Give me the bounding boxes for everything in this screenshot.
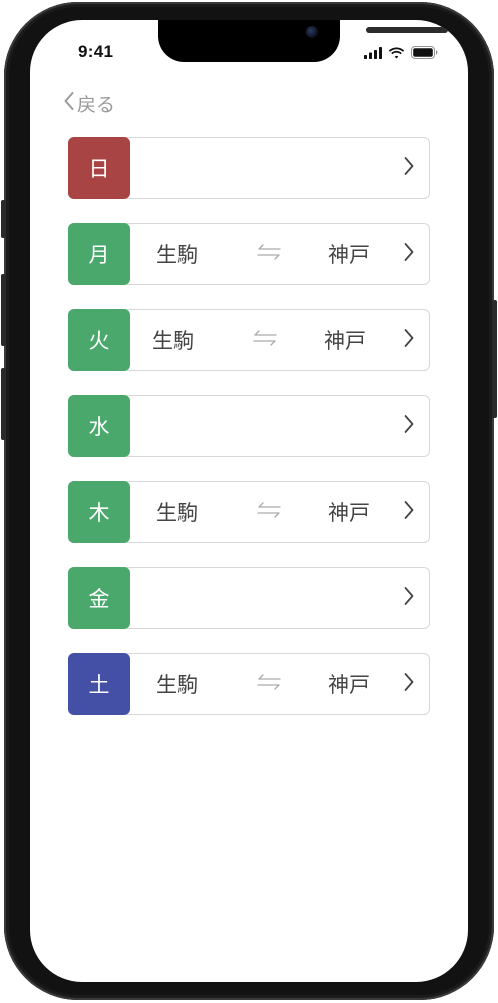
route-to: 神戸 xyxy=(324,329,366,353)
chevron-right-icon xyxy=(403,327,415,353)
day-badge: 金 xyxy=(68,567,130,629)
route: 生駒 神戸 xyxy=(130,310,429,370)
day-badge: 土 xyxy=(68,653,130,715)
day-badge: 木 xyxy=(68,481,130,543)
wifi-icon xyxy=(388,44,405,63)
route-to: 神戸 xyxy=(328,673,370,697)
chevron-left-icon xyxy=(62,90,77,117)
day-badge: 日 xyxy=(68,137,130,199)
chevron-right-icon xyxy=(403,413,415,439)
chevron-right-icon xyxy=(403,585,415,611)
status-time: 9:41 xyxy=(78,42,114,61)
chevron-right-icon xyxy=(403,241,415,267)
notch xyxy=(158,20,448,62)
route-from: 生駒 xyxy=(152,329,194,353)
chevron-right-icon xyxy=(403,499,415,525)
day-row-monday[interactable]: 月 生駒 神戸 xyxy=(68,223,430,285)
volume-down-button xyxy=(1,368,6,440)
power-button xyxy=(492,300,497,418)
round-trip-arrows-icon xyxy=(256,243,282,265)
day-badge: 水 xyxy=(68,395,130,457)
round-trip-arrows-icon xyxy=(252,329,278,351)
front-camera xyxy=(306,26,318,38)
day-row-sunday[interactable]: 日 xyxy=(68,137,430,199)
day-row-friday[interactable]: 金 xyxy=(68,567,430,629)
status-icons xyxy=(364,44,438,63)
route: 生駒 神戸 xyxy=(130,654,429,714)
route-from: 生駒 xyxy=(156,243,198,267)
day-list: 日 月 生駒 神戸 火 生駒 神戸 水 木 生駒 神戸 金 土 生駒 神戸 xyxy=(68,137,430,739)
volume-up-button xyxy=(1,274,6,346)
route-from: 生駒 xyxy=(156,673,198,697)
silent-switch xyxy=(1,200,6,238)
route: 生駒 神戸 xyxy=(130,224,429,284)
cellular-signal-icon xyxy=(364,44,382,63)
route xyxy=(130,396,429,456)
day-row-wednesday[interactable]: 水 xyxy=(68,395,430,457)
day-row-thursday[interactable]: 木 生駒 神戸 xyxy=(68,481,430,543)
round-trip-arrows-icon xyxy=(256,501,282,523)
route-to: 神戸 xyxy=(328,243,370,267)
route-to: 神戸 xyxy=(328,501,370,525)
back-label: 戻る xyxy=(77,94,116,116)
route: 生駒 神戸 xyxy=(130,482,429,542)
screen: 9:41 戻る 日 月 生駒 神戸 火 生駒 神戸 水 木 生駒 神戸 金 土 … xyxy=(30,20,468,982)
day-row-saturday[interactable]: 土 生駒 神戸 xyxy=(68,653,430,715)
speaker-grille xyxy=(366,27,448,33)
chevron-right-icon xyxy=(403,155,415,181)
route xyxy=(130,138,429,198)
chevron-right-icon xyxy=(403,671,415,697)
day-badge: 月 xyxy=(68,223,130,285)
battery-icon xyxy=(411,44,438,63)
back-button[interactable]: 戻る xyxy=(62,90,115,117)
route-from: 生駒 xyxy=(156,501,198,525)
day-row-tuesday[interactable]: 火 生駒 神戸 xyxy=(68,309,430,371)
route xyxy=(130,568,429,628)
round-trip-arrows-icon xyxy=(256,673,282,695)
day-badge: 火 xyxy=(68,309,130,371)
